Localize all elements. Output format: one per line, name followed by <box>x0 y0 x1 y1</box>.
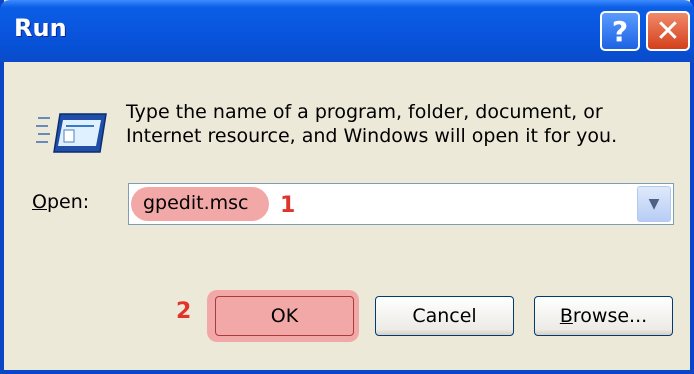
browse-label-mnemonic: B <box>559 305 573 327</box>
close-button[interactable]: ✕ <box>646 11 690 51</box>
open-label-rest: pen: <box>46 191 90 213</box>
help-button[interactable]: ? <box>600 11 640 51</box>
run-dialog: Run ? ✕ Type the name of a program, fold… <box>0 0 694 374</box>
description-text: Type the name of a program, folder, docu… <box>126 100 666 148</box>
chevron-down-icon: ▼ <box>648 196 660 212</box>
ok-button[interactable]: OK <box>215 296 354 336</box>
cancel-button[interactable]: Cancel <box>375 296 514 336</box>
window-title: Run <box>14 14 67 42</box>
step-1-marker: 1 <box>280 193 296 218</box>
open-label: Open: <box>32 191 89 213</box>
open-label-mnemonic: O <box>32 191 47 213</box>
cancel-label: Cancel <box>412 305 477 327</box>
title-bar[interactable]: Run ? ✕ <box>0 0 694 62</box>
close-icon: ✕ <box>655 13 681 49</box>
browse-label-rest: rowse... <box>572 305 648 327</box>
ok-label: OK <box>270 305 299 327</box>
open-input-value[interactable]: gpedit.msc <box>143 192 249 214</box>
dropdown-button[interactable]: ▼ <box>637 186 671 222</box>
step-2-marker: 2 <box>176 299 192 324</box>
run-icon <box>36 113 107 153</box>
open-combobox[interactable]: gpedit.msc ▼ <box>128 183 674 225</box>
browse-button[interactable]: Browse... <box>534 296 673 336</box>
description-line-1: Type the name of a program, folder, docu… <box>126 101 603 123</box>
description-line-2: Internet resource, and Windows will open… <box>126 125 618 147</box>
help-icon: ? <box>611 14 629 48</box>
